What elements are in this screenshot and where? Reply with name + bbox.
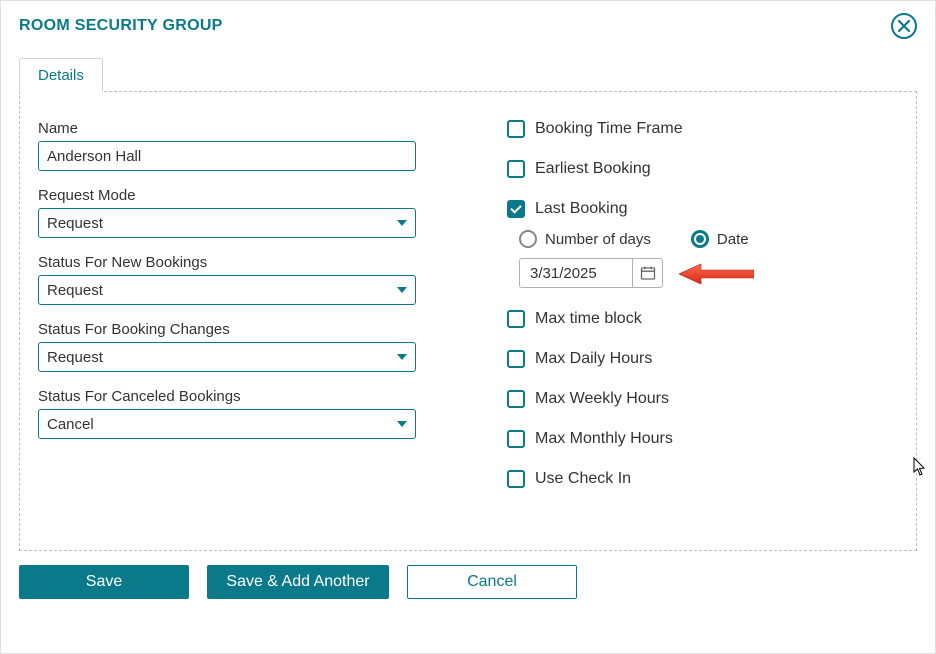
right-column: Booking Time Frame Earliest Booking Last… <box>467 120 896 522</box>
max-monthly-label: Max Monthly Hours <box>535 430 673 448</box>
status-changes-value: Request <box>47 349 103 366</box>
radio-number-of-days[interactable]: Number of days <box>519 230 651 248</box>
earliest-booking-checkbox[interactable] <box>507 160 525 178</box>
use-check-in-checkbox[interactable] <box>507 470 525 488</box>
number-of-days-radio <box>519 230 537 248</box>
save-button[interactable]: Save <box>19 565 189 599</box>
use-check-in-label: Use Check In <box>535 470 631 488</box>
name-input[interactable] <box>38 141 416 171</box>
option-booking-time-frame: Booking Time Frame <box>507 120 896 138</box>
last-booking-label: Last Booking <box>535 200 628 218</box>
modal-header: ROOM SECURITY GROUP <box>1 1 935 39</box>
status-new-value: Request <box>47 282 103 299</box>
status-changes-select[interactable]: Request <box>38 342 416 372</box>
max-weekly-label: Max Weekly Hours <box>535 390 669 408</box>
modal-title: ROOM SECURITY GROUP <box>19 17 223 35</box>
date-radio-label: Date <box>717 231 749 248</box>
tab-bar: Details <box>1 39 935 91</box>
status-new-label: Status For New Bookings <box>38 254 427 271</box>
tab-details[interactable]: Details <box>19 58 103 92</box>
status-new-select[interactable]: Request <box>38 275 416 305</box>
chevron-down-icon <box>397 354 407 360</box>
number-of-days-label: Number of days <box>545 231 651 248</box>
field-name: Name <box>38 120 427 171</box>
option-max-daily: Max Daily Hours <box>507 350 896 368</box>
last-booking-date-input[interactable]: 3/31/2025 <box>519 258 663 288</box>
details-panel: Name Request Mode Request Status For New… <box>19 91 917 551</box>
chevron-down-icon <box>397 421 407 427</box>
close-button[interactable] <box>891 13 917 39</box>
earliest-booking-label: Earliest Booking <box>535 160 651 178</box>
request-mode-label: Request Mode <box>38 187 427 204</box>
arrow-annotation <box>679 262 754 284</box>
date-radio <box>691 230 709 248</box>
close-icon <box>898 20 910 32</box>
calendar-button[interactable] <box>632 258 662 288</box>
last-booking-sub-options: Number of days Date <box>519 230 896 248</box>
last-booking-checkbox[interactable] <box>507 200 525 218</box>
date-row: 3/31/2025 <box>519 258 896 288</box>
request-mode-value: Request <box>47 215 103 232</box>
footer-buttons: Save Save & Add Another Cancel <box>1 565 935 617</box>
save-add-another-button[interactable]: Save & Add Another <box>207 565 389 599</box>
field-status-canceled: Status For Canceled Bookings Cancel <box>38 388 427 439</box>
panel-wrap: Name Request Mode Request Status For New… <box>1 91 935 565</box>
date-value: 3/31/2025 <box>520 261 632 286</box>
option-earliest-booking: Earliest Booking <box>507 160 896 178</box>
radio-date[interactable]: Date <box>691 230 749 248</box>
max-monthly-checkbox[interactable] <box>507 430 525 448</box>
left-column: Name Request Mode Request Status For New… <box>38 120 467 522</box>
option-use-check-in: Use Check In <box>507 470 896 488</box>
calendar-icon <box>640 265 656 281</box>
field-request-mode: Request Mode Request <box>38 187 427 238</box>
option-last-booking: Last Booking <box>507 200 896 218</box>
cursor-icon <box>913 457 927 477</box>
chevron-down-icon <box>397 220 407 226</box>
booking-time-frame-checkbox[interactable] <box>507 120 525 138</box>
booking-time-frame-label: Booking Time Frame <box>535 120 683 138</box>
max-time-block-checkbox[interactable] <box>507 310 525 328</box>
max-weekly-checkbox[interactable] <box>507 390 525 408</box>
field-status-new: Status For New Bookings Request <box>38 254 427 305</box>
chevron-down-icon <box>397 287 407 293</box>
max-time-block-label: Max time block <box>535 310 642 328</box>
option-max-time-block: Max time block <box>507 310 896 328</box>
option-max-weekly: Max Weekly Hours <box>507 390 896 408</box>
max-daily-label: Max Daily Hours <box>535 350 652 368</box>
status-canceled-label: Status For Canceled Bookings <box>38 388 427 405</box>
option-max-monthly: Max Monthly Hours <box>507 430 896 448</box>
status-canceled-select[interactable]: Cancel <box>38 409 416 439</box>
room-security-group-modal: ROOM SECURITY GROUP Details Name Request… <box>0 0 936 654</box>
field-status-changes: Status For Booking Changes Request <box>38 321 427 372</box>
status-canceled-value: Cancel <box>47 416 94 433</box>
name-label: Name <box>38 120 427 137</box>
request-mode-select[interactable]: Request <box>38 208 416 238</box>
max-daily-checkbox[interactable] <box>507 350 525 368</box>
status-changes-label: Status For Booking Changes <box>38 321 427 338</box>
cancel-button[interactable]: Cancel <box>407 565 577 599</box>
